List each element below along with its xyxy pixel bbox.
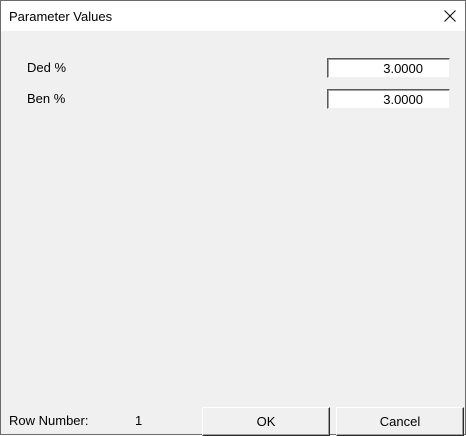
ben-percent-label: Ben %	[27, 91, 66, 106]
close-icon	[444, 10, 456, 22]
ded-percent-label: Ded %	[27, 60, 67, 75]
window-title: Parameter Values	[9, 9, 113, 24]
title-bar: Parameter Values	[1, 1, 465, 31]
ok-button[interactable]: OK	[202, 407, 330, 436]
parameter-values-dialog: Parameter Values Ded % Ben % Row Number:…	[0, 0, 466, 436]
row-number-value: 1	[135, 413, 143, 428]
row-number-label: Row Number:	[9, 413, 89, 428]
ben-percent-field[interactable]	[327, 89, 450, 109]
ded-percent-field[interactable]	[327, 58, 450, 78]
cancel-button[interactable]: Cancel	[336, 407, 464, 436]
close-button[interactable]	[425, 1, 465, 31]
